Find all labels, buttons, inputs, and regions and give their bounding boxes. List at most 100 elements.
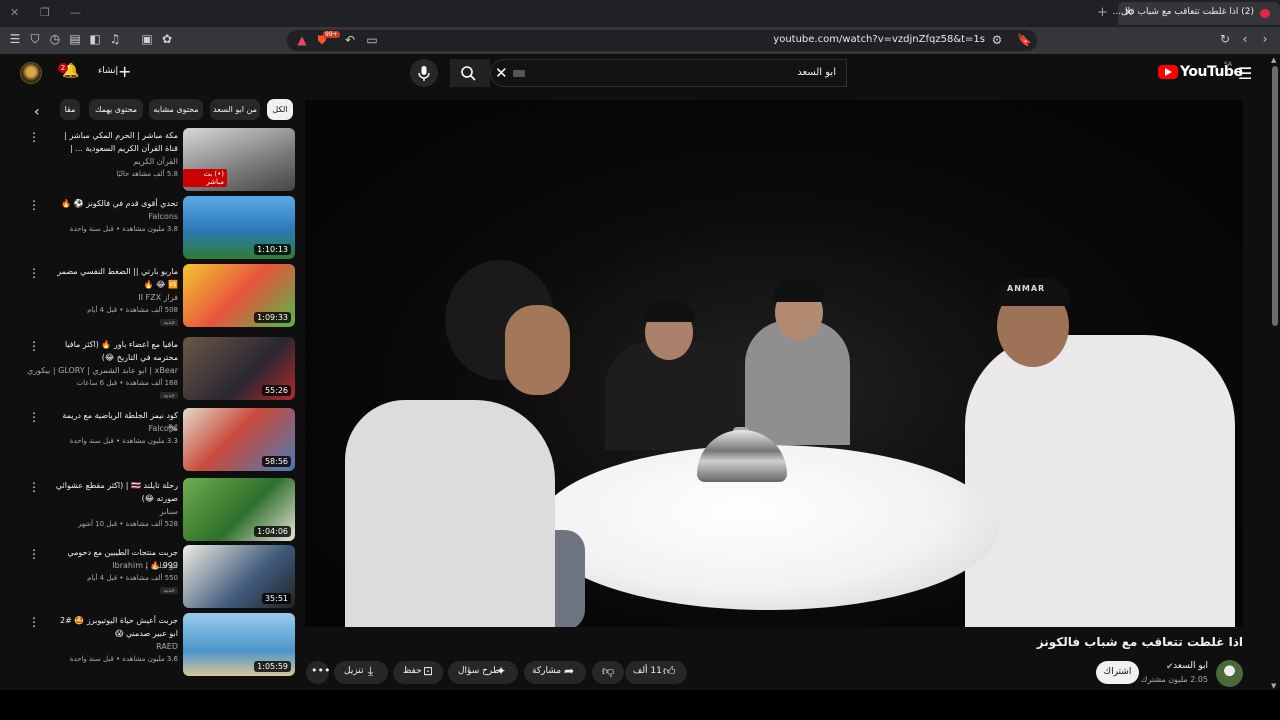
reload-share-icon[interactable]: ↶ [343, 33, 357, 47]
channel-name[interactable]: Falcons [148, 424, 178, 433]
subscribe-button[interactable]: اشتراك [1096, 661, 1139, 684]
channel-name[interactable]: RAED [156, 642, 178, 651]
site-settings-icon[interactable]: ⚙ [990, 33, 1004, 47]
video-title[interactable]: جربت أعيش حياة اليوتيوبرز 🤩 #2 ابو عبير … [50, 614, 178, 640]
thumbnail[interactable]: 55:26 [183, 337, 295, 400]
youtube-logo-text[interactable]: YouTube [1180, 64, 1243, 80]
save-button[interactable]: ⊡ حفظ [393, 661, 443, 684]
bookmark-icon[interactable]: 🔖 [1017, 33, 1032, 47]
video-meta: 3.8 مليون مشاهدة • قبل سنة واحدة [69, 225, 178, 233]
scrollbar-thumb[interactable] [1272, 66, 1278, 326]
thumbnail[interactable]: 58:56 [183, 408, 295, 471]
more-options-icon[interactable]: ⋮ [28, 410, 40, 424]
more-horiz-icon: ••• [311, 664, 331, 677]
channel-name[interactable]: Falcons [148, 212, 178, 221]
scroll-up-icon[interactable]: ▲ [1271, 56, 1276, 64]
url-text: youtube.com/watch?v=vzdjnZfqz58&t=1s [773, 34, 985, 45]
dislike-icon: 👎︎ [602, 664, 615, 678]
thumbnail[interactable]: 35:51 [183, 545, 295, 608]
video-player[interactable]: ANMAR [305, 100, 1243, 627]
channel-name[interactable]: فراز II FZX [138, 293, 178, 302]
download-button[interactable]: ⤓ تنزيل [334, 661, 388, 684]
keyboard-icon[interactable] [513, 70, 525, 77]
more-options-icon[interactable]: ⋮ [28, 198, 40, 212]
video-title[interactable]: ماريو بارتي || الضغط النفسي مضمر 🆚 😂 🔥 [50, 265, 178, 291]
tabs-icon[interactable]: ▤ [68, 32, 82, 46]
clear-search-icon[interactable]: ✕ [495, 64, 508, 82]
close-window-icon[interactable]: ✕ [10, 6, 19, 19]
minimize-window-icon[interactable]: — [70, 6, 81, 19]
scroll-down-icon[interactable]: ▼ [1271, 682, 1276, 690]
more-options-icon[interactable]: ⋮ [28, 547, 40, 561]
more-options-icon[interactable]: ⋮ [28, 266, 40, 280]
chip-from-channel[interactable]: من ابو السعد [210, 99, 260, 120]
thumbnail[interactable]: 1:09:33 [183, 264, 295, 327]
thumbnail[interactable]: 1:04:06 [183, 478, 295, 541]
ask-button[interactable]: ✦ طرح سؤال [448, 661, 518, 684]
share-button[interactable]: ➦ مشاركة [524, 661, 586, 684]
more-actions-button[interactable]: ••• [306, 661, 331, 684]
list-item[interactable]: ⋮ 1:10:13 تحدي أقوى قدم في فالكونز ⚽ 🔥 F… [28, 196, 296, 260]
chip-prev-icon[interactable]: ‹ [34, 104, 40, 120]
share-icon: ➦ [564, 664, 575, 678]
extensions-icon[interactable]: ✿ [160, 32, 174, 46]
list-item[interactable]: ⋮ (•) بث مباشر مكة مباشر | الحرم المكي م… [28, 128, 296, 192]
duration-badge: 55:26 [261, 385, 291, 396]
list-item[interactable]: ⋮ 55:26 مافيا مع اعضاء باور 🔥 (اكثر مافي… [27, 337, 296, 401]
forward-icon[interactable]: › [1258, 32, 1272, 46]
like-button[interactable]: 👍︎ 11 ألف [625, 661, 687, 684]
youtube-masthead: ☰ YouTube SA ابو السعد ✕ + إنشاء 🔔 2 [0, 54, 1280, 94]
more-options-icon[interactable]: ⋮ [28, 615, 40, 629]
browser-tab[interactable]: ✕ (2) اذا غلطت تتعاقب مع شباب فال... [1112, 2, 1280, 25]
aria-icon[interactable]: ▲ [295, 33, 309, 47]
address-bar[interactable]: ▲ ⛊ 99+ ↶ ▭ youtube.com/watch?v=vzdjnZfq… [287, 30, 1037, 51]
reload-icon[interactable]: ↻ [1218, 32, 1232, 46]
chip-related[interactable]: محتوى مشابه [149, 99, 203, 120]
create-button[interactable]: + إنشاء [92, 61, 136, 85]
thumbnail[interactable]: (•) بث مباشر [183, 128, 295, 191]
list-item[interactable]: ⋮ 1:05:59 جربت أعيش حياة اليوتيوبرز 🤩 #2… [28, 613, 296, 677]
search-input[interactable]: ابو السعد ✕ [490, 59, 847, 87]
channel-name[interactable]: xBear | ابو عابد الشمري | GLORY | بيكوري [27, 366, 178, 375]
more-options-icon[interactable]: ⋮ [28, 339, 40, 353]
thumbnail[interactable]: 1:05:59 [183, 613, 295, 676]
more-options-icon[interactable]: ⋮ [28, 130, 40, 144]
voice-search-button[interactable] [410, 59, 438, 87]
account-avatar[interactable] [20, 62, 42, 84]
shield-icon[interactable]: ⛉ [28, 32, 42, 46]
list-item[interactable]: ⋮ 1:09:33 ماريو بارتي || الضغط النفسي مض… [28, 264, 296, 328]
video-title[interactable]: مافيا مع اعضاء باور 🔥 (اكثر مافيا محترمه… [50, 338, 178, 364]
wallet-icon[interactable]: ▣ [140, 32, 154, 46]
list-item[interactable]: ⋮ 1:04:06 رحلة تايلند 🇹🇭 | (اكثر مقطع عش… [28, 478, 296, 542]
music-icon[interactable]: ♫ [108, 32, 122, 46]
video-meta: 3.6 مليون مشاهدة • قبل سنة واحدة [69, 655, 178, 663]
channel-name[interactable]: ابو السعد [1173, 661, 1208, 671]
dislike-button[interactable]: 👎︎ [592, 661, 624, 684]
menu-icon[interactable]: ☰ [8, 32, 22, 46]
back-icon[interactable]: ‹ [1238, 32, 1252, 46]
duration-badge: 1:09:33 [254, 312, 291, 323]
chip-for-you[interactable]: محتوى يهمك [89, 99, 143, 120]
sidebar-icon[interactable]: ◧ [88, 32, 102, 46]
video-title[interactable]: مكة مباشر | الحرم المكي مباشر | قناة الق… [50, 129, 178, 156]
chip-all[interactable]: الكل [267, 99, 293, 120]
maximize-window-icon[interactable]: ❐ [40, 6, 50, 19]
channel-avatar[interactable] [1216, 660, 1243, 687]
ask-label: طرح سؤال [458, 666, 501, 676]
list-item[interactable]: ⋮ 58:56 كود نيمز الجلطة الرياضية مع دريم… [28, 408, 296, 472]
youtube-logo-icon[interactable] [1158, 65, 1178, 79]
channel-name[interactable]: ابو خليل | Ibrahim [112, 561, 178, 570]
history-icon[interactable]: ◷ [48, 32, 62, 46]
search-button[interactable] [450, 59, 490, 87]
new-tab-button[interactable]: + [1097, 5, 1108, 20]
thumbnail[interactable]: 1:10:13 [183, 196, 295, 259]
channel-name[interactable]: سنابر [160, 507, 178, 516]
screenshot-icon[interactable]: ▭ [365, 33, 379, 47]
more-options-icon[interactable]: ⋮ [28, 480, 40, 494]
channel-name[interactable]: القرآن الكريم [133, 157, 178, 166]
list-item[interactable]: ⋮ 35:51 جربت منتجات الطيبين مع دحومي 999… [28, 545, 296, 609]
video-title[interactable]: تحدي أقوى قدم في فالكونز ⚽ 🔥 [50, 197, 178, 210]
chip-partial[interactable]: مقا [60, 99, 80, 120]
duration-badge: 1:10:13 [254, 244, 291, 255]
video-title[interactable]: رحلة تايلند 🇹🇭 | (اكثر مقطع عشوائي صورته… [50, 479, 178, 505]
